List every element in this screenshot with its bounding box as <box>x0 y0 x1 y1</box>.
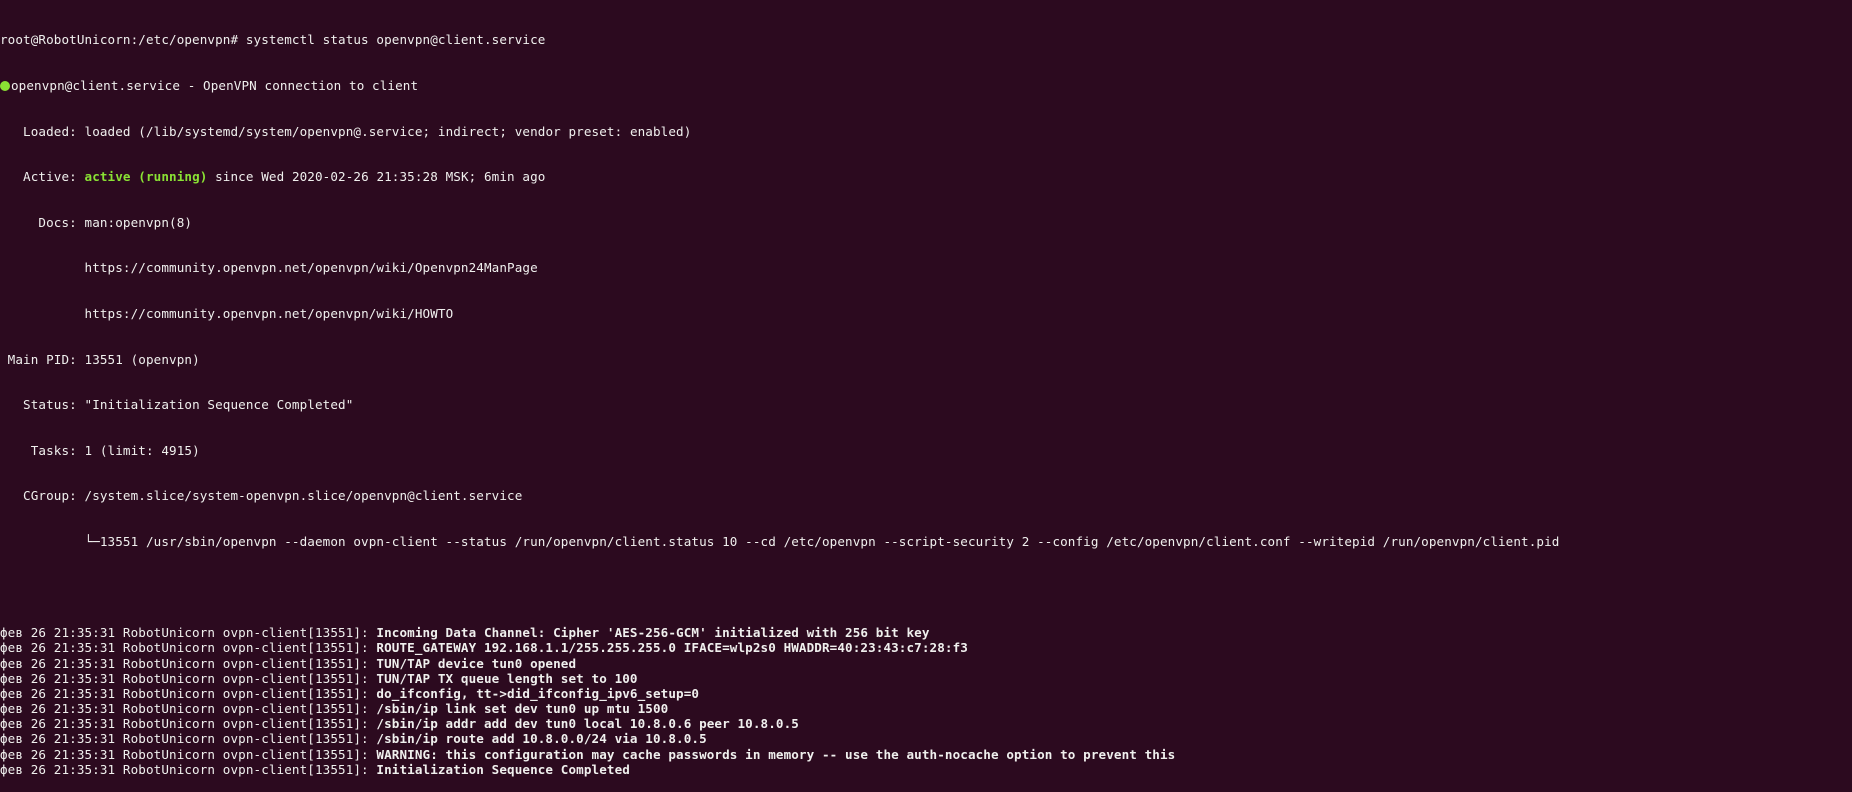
command: systemctl status openvpn@client.service <box>245 32 546 48</box>
cgroup-value: /system.slice/system-openvpn.slice/openv… <box>84 488 523 504</box>
log-message: /sbin/ip addr add dev tun0 local 10.8.0.… <box>376 716 799 732</box>
log-prefix: фев 26 21:35:31 RobotUnicorn ovpn-client… <box>0 731 377 747</box>
tasks-label: Tasks: <box>0 442 85 458</box>
log-message: TUN/TAP TX queue length set to 100 <box>376 670 638 686</box>
log-prefix: фев 26 21:35:31 RobotUnicorn ovpn-client… <box>0 655 377 671</box>
green-dot-icon <box>0 81 10 91</box>
loaded-line: Loaded: loaded (/lib/systemd/system/open… <box>0 124 1852 139</box>
status-label: Status: <box>0 397 85 413</box>
log-message: Initialization Sequence Completed <box>376 761 630 777</box>
log-prefix: фев 26 21:35:31 RobotUnicorn ovpn-client… <box>0 761 377 777</box>
log-prefix: фев 26 21:35:31 RobotUnicorn ovpn-client… <box>0 625 377 641</box>
log-line: фев 26 21:35:31 RobotUnicorn ovpn-client… <box>0 671 1852 686</box>
log-message: ROUTE_GATEWAY 192.168.1.1/255.255.255.0 … <box>376 640 968 656</box>
log-line: фев 26 21:35:31 RobotUnicorn ovpn-client… <box>0 625 1852 640</box>
service-title: openvpn@client.service - OpenVPN connect… <box>11 78 419 93</box>
loaded-value: loaded (/lib/systemd/system/openvpn@.ser… <box>84 123 692 139</box>
cgroup-line: CGroup: /system.slice/system-openvpn.sli… <box>0 488 1852 503</box>
log-line: фев 26 21:35:31 RobotUnicorn ovpn-client… <box>0 716 1852 731</box>
log-line: фев 26 21:35:31 RobotUnicorn ovpn-client… <box>0 731 1852 746</box>
log-prefix: фев 26 21:35:31 RobotUnicorn ovpn-client… <box>0 640 377 656</box>
log-prefix: фев 26 21:35:31 RobotUnicorn ovpn-client… <box>0 670 377 686</box>
tasks-line: Tasks: 1 (limit: 4915) <box>0 443 1852 458</box>
shell-prompt: root@RobotUnicorn:/etc/openvpn# <box>0 32 246 48</box>
log-prefix: фев 26 21:35:31 RobotUnicorn ovpn-client… <box>0 746 377 762</box>
log-prefix: фев 26 21:35:31 RobotUnicorn ovpn-client… <box>0 685 377 701</box>
doc-link: man:openvpn(8) <box>84 214 193 230</box>
command-line: root@RobotUnicorn:/etc/openvpn# systemct… <box>0 32 1852 47</box>
tasks-value: 1 (limit: 4915) <box>84 442 200 458</box>
cgroup-process-line: └─13551 /usr/sbin/openvpn --daemon ovpn-… <box>0 533 1560 549</box>
docs-label: Docs: <box>0 214 85 230</box>
doc-link[interactable]: https://community.openvpn.net/openvpn/wi… <box>85 306 454 321</box>
terminal-output[interactable]: root@RobotUnicorn:/etc/openvpn# systemct… <box>0 0 1852 792</box>
active-line: Active: active (running) since Wed 2020-… <box>0 169 1852 184</box>
journal-log: фев 26 21:35:31 RobotUnicorn ovpn-client… <box>0 625 1852 777</box>
log-line: фев 26 21:35:31 RobotUnicorn ovpn-client… <box>0 656 1852 671</box>
log-message: /sbin/ip link set dev tun0 up mtu 1500 <box>376 701 669 717</box>
log-message: /sbin/ip route add 10.8.0.0/24 via 10.8.… <box>376 731 707 747</box>
docs-line: https://community.openvpn.net/openvpn/wi… <box>0 260 1852 275</box>
log-prefix: фев 26 21:35:31 RobotUnicorn ovpn-client… <box>0 701 377 717</box>
docs-line: Docs: man:openvpn(8) <box>0 215 1852 230</box>
log-prefix: фев 26 21:35:31 RobotUnicorn ovpn-client… <box>0 716 377 732</box>
docs-line: https://community.openvpn.net/openvpn/wi… <box>0 306 1852 321</box>
log-line: фев 26 21:35:31 RobotUnicorn ovpn-client… <box>0 747 1852 762</box>
status-value: "Initialization Sequence Completed" <box>84 397 354 413</box>
loaded-label: Loaded: <box>0 123 85 139</box>
main-pid-label: Main PID: <box>0 351 85 367</box>
log-message: do_ifconfig, tt->did_ifconfig_ipv6_setup… <box>376 685 700 701</box>
log-message: Incoming Data Channel: Cipher 'AES-256-G… <box>376 625 930 641</box>
log-line: фев 26 21:35:31 RobotUnicorn ovpn-client… <box>0 762 1852 777</box>
log-message: TUN/TAP device tun0 opened <box>376 655 577 671</box>
log-line: фев 26 21:35:31 RobotUnicorn ovpn-client… <box>0 701 1852 716</box>
main-pid-line: Main PID: 13551 (openvpn) <box>0 352 1852 367</box>
service-header: openvpn@client.service - OpenVPN connect… <box>0 78 1852 93</box>
cgroup-label: CGroup: <box>0 488 85 504</box>
active-since: since Wed 2020-02-26 21:35:28 MSK; 6min … <box>207 169 546 185</box>
doc-link[interactable]: https://community.openvpn.net/openvpn/wi… <box>85 260 538 275</box>
main-pid-value: 13551 (openvpn) <box>84 351 200 367</box>
active-state: active (running) <box>84 169 208 185</box>
log-line: фев 26 21:35:31 RobotUnicorn ovpn-client… <box>0 686 1852 701</box>
log-message: WARNING: this configuration may cache pa… <box>376 746 1176 762</box>
status-line: Status: "Initialization Sequence Complet… <box>0 397 1852 412</box>
log-line: фев 26 21:35:31 RobotUnicorn ovpn-client… <box>0 640 1852 655</box>
active-label: Active: <box>0 169 85 185</box>
